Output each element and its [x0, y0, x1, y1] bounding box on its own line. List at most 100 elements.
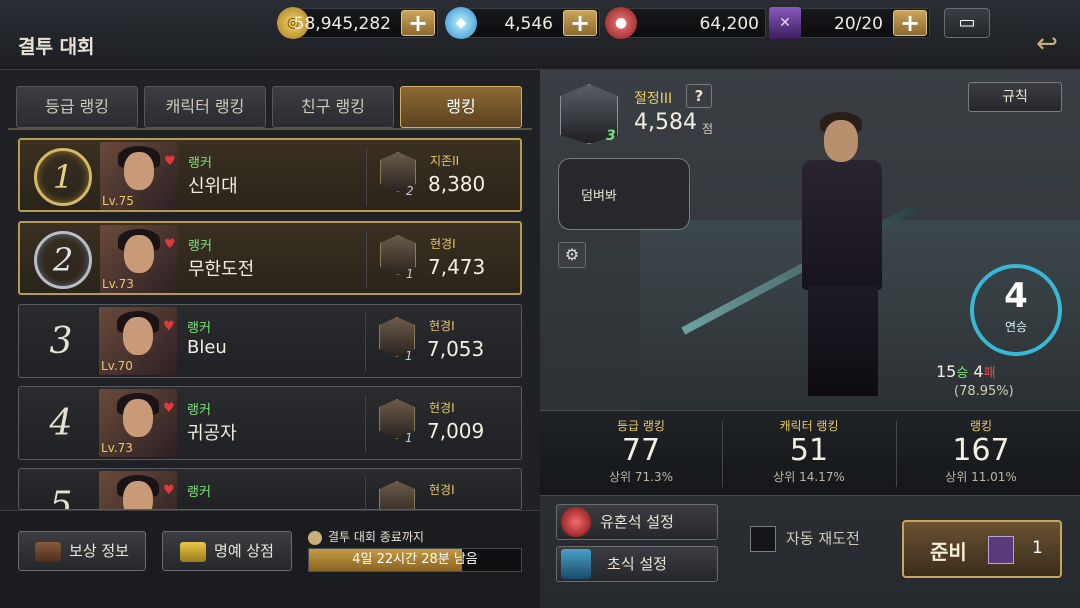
tier-help-button[interactable]: ? — [686, 84, 712, 108]
heart-icon: ♥ — [163, 483, 175, 498]
avatar: Lv.70 — [99, 307, 177, 375]
tier-number: 2 — [406, 184, 414, 198]
soul-stone-button[interactable]: 유혼석 설정 — [556, 504, 718, 540]
soul-stone-icon — [561, 507, 591, 537]
row-divider — [365, 395, 366, 453]
player-name: 무한도전 — [188, 259, 255, 280]
heart-icon: ♥ — [164, 237, 176, 252]
tier-number: 1 — [405, 431, 413, 445]
win-streak-count: 4 — [1004, 276, 1028, 316]
tier-name: 현경I — [430, 237, 456, 251]
role-label: 랭커 — [188, 239, 212, 254]
gem-resource: ◆ 4,546 + — [445, 7, 600, 39]
win-loss-record: 15승 4패 — [936, 362, 996, 381]
honor-shop-button[interactable]: 명예 상점 — [162, 531, 292, 571]
technique-button[interactable]: 초식 설정 — [556, 546, 718, 582]
tournament-end-label: 결투 대회 종료까지 — [308, 528, 424, 545]
red-stone-icon: ● — [605, 7, 637, 39]
auto-retry-toggle[interactable]: 자동 재도전 — [750, 526, 860, 552]
role-label: 랭커 — [187, 485, 211, 500]
row-divider — [366, 148, 367, 206]
chat-button[interactable]: ▭ — [944, 8, 990, 38]
blue-gem-icon: ◆ — [445, 7, 477, 39]
tier-name: 현경I — [429, 319, 455, 333]
gear-icon[interactable]: ⚙ — [558, 242, 586, 268]
tab-friend-ranking[interactable]: 친구 랭킹 — [272, 86, 394, 128]
row-divider — [365, 477, 366, 509]
rank-number: 4 — [49, 403, 73, 444]
ranking-row[interactable]: 3 Lv.70 ♥ 랭커 Bleu 1 현경I 7,053 — [18, 304, 522, 378]
row-divider — [365, 313, 366, 371]
player-name: Bleu — [187, 337, 227, 358]
ranking-row[interactable]: 4 Lv.73 ♥ 랭커 귀공자 1 현경I 7,009 — [18, 386, 522, 460]
avatar: Lv.73 — [100, 225, 178, 293]
score-unit: 점 — [702, 122, 714, 136]
score-value: 7,473 — [428, 255, 486, 279]
tier-emblem-icon — [379, 481, 415, 509]
my-score: 4,584 — [634, 110, 697, 135]
back-arrow-icon[interactable]: ↩ — [1028, 30, 1066, 58]
red-stone-value: 64,200 — [699, 14, 759, 34]
level-label: Lv.73 — [101, 441, 133, 455]
score-value: 7,009 — [427, 419, 485, 443]
ready-label: 준비 — [930, 540, 967, 564]
gold-resource: ◎ 58,945,282 + — [277, 7, 438, 39]
role-label: 랭커 — [188, 156, 212, 171]
heart-icon: ♥ — [163, 401, 175, 416]
ranking-row[interactable]: 5 ♥ 랭커 현경I — [18, 468, 522, 510]
character-portrait — [681, 96, 958, 408]
ranking-row[interactable]: 2 Lv.73 ♥ 랭커 무한도전 1 현경I 7,473 — [18, 221, 522, 295]
reward-info-button[interactable]: 보상 정보 — [18, 531, 146, 571]
gold-medal-icon: 1 — [34, 148, 92, 206]
ticket-icon — [988, 536, 1014, 564]
tab-character-ranking[interactable]: 캐릭터 랭킹 — [144, 86, 266, 128]
ticket-value: 20/20 — [834, 14, 883, 34]
add-ticket-button[interactable]: + — [893, 10, 927, 36]
stat-divider — [722, 421, 723, 487]
score-value: 8,380 — [428, 172, 486, 196]
book-icon — [561, 549, 591, 579]
top-bar: 결투 대회 ◎ 58,945,282 + ◆ 4,546 + ● 64,200 … — [0, 0, 1080, 70]
stat-character-ranking: 캐릭터 랭킹 51 상위 14.17% — [773, 419, 845, 484]
ranking-row[interactable]: 1 Lv.75 ♥ 랭커 신위대 2 지존II 8,380 — [18, 138, 522, 212]
avatar: Lv.75 — [100, 142, 178, 210]
gold-value: 58,945,282 — [293, 14, 391, 34]
my-tier-name: 절정III — [634, 91, 673, 107]
silver-medal-icon: 2 — [34, 231, 92, 289]
avatar: Lv.73 — [99, 389, 177, 457]
stat-ranking: 랭킹 167 상위 11.01% — [945, 419, 1017, 484]
role-label: 랭커 — [187, 321, 211, 336]
level-label: Lv.70 — [101, 359, 133, 373]
level-label: Lv.75 — [102, 194, 134, 208]
clock-icon — [308, 530, 322, 545]
heart-icon: ♥ — [163, 319, 175, 334]
page-title: 결투 대회 — [18, 36, 95, 58]
time-remaining-text: 4일 22시간 28분 남음 — [352, 552, 478, 567]
score-value: 7,053 — [427, 337, 485, 361]
reward-info-label: 보상 정보 — [69, 542, 129, 560]
tier-name: 현경I — [429, 401, 455, 415]
ready-button[interactable]: 준비 1 — [902, 520, 1062, 578]
add-gem-button[interactable]: + — [563, 10, 597, 36]
tab-grade-ranking[interactable]: 등급 랭킹 — [16, 86, 138, 128]
tier-number: 1 — [406, 267, 414, 281]
win-streak-label: 연승 — [1004, 320, 1028, 334]
time-remaining-bar: 4일 22시간 28분 남음 — [308, 548, 522, 572]
rules-button[interactable]: 규칙 — [968, 82, 1062, 112]
tab-ranking[interactable]: 랭킹 — [400, 86, 522, 128]
level-label: Lv.73 — [102, 277, 134, 291]
add-gold-button[interactable]: + — [401, 10, 435, 36]
tier-number: 3 — [606, 128, 616, 144]
gem-value: 4,546 — [504, 14, 553, 34]
honor-shop-label: 명예 상점 — [214, 542, 274, 560]
chest-icon — [35, 541, 62, 562]
red-stone-resource: ● 64,200 — [605, 7, 766, 39]
speech-bubble[interactable]: 덤벼봐 — [558, 158, 690, 230]
ranking-panel: 등급 랭킹 캐릭터 랭킹 친구 랭킹 랭킹 1 Lv.75 ♥ 랭커 신위대 2… — [0, 70, 540, 608]
rank-number: 3 — [49, 321, 73, 362]
ranking-stats: 등급 랭킹 77 상위 71.3% 캐릭터 랭킹 51 상위 14.17% 랭킹 167 상… — [540, 410, 1080, 496]
ticket-cost: 1 — [1032, 538, 1043, 558]
tier-name: 현경I — [429, 483, 455, 497]
speech-text: 덤벼봐 — [581, 189, 617, 204]
auto-retry-checkbox[interactable] — [750, 526, 776, 552]
